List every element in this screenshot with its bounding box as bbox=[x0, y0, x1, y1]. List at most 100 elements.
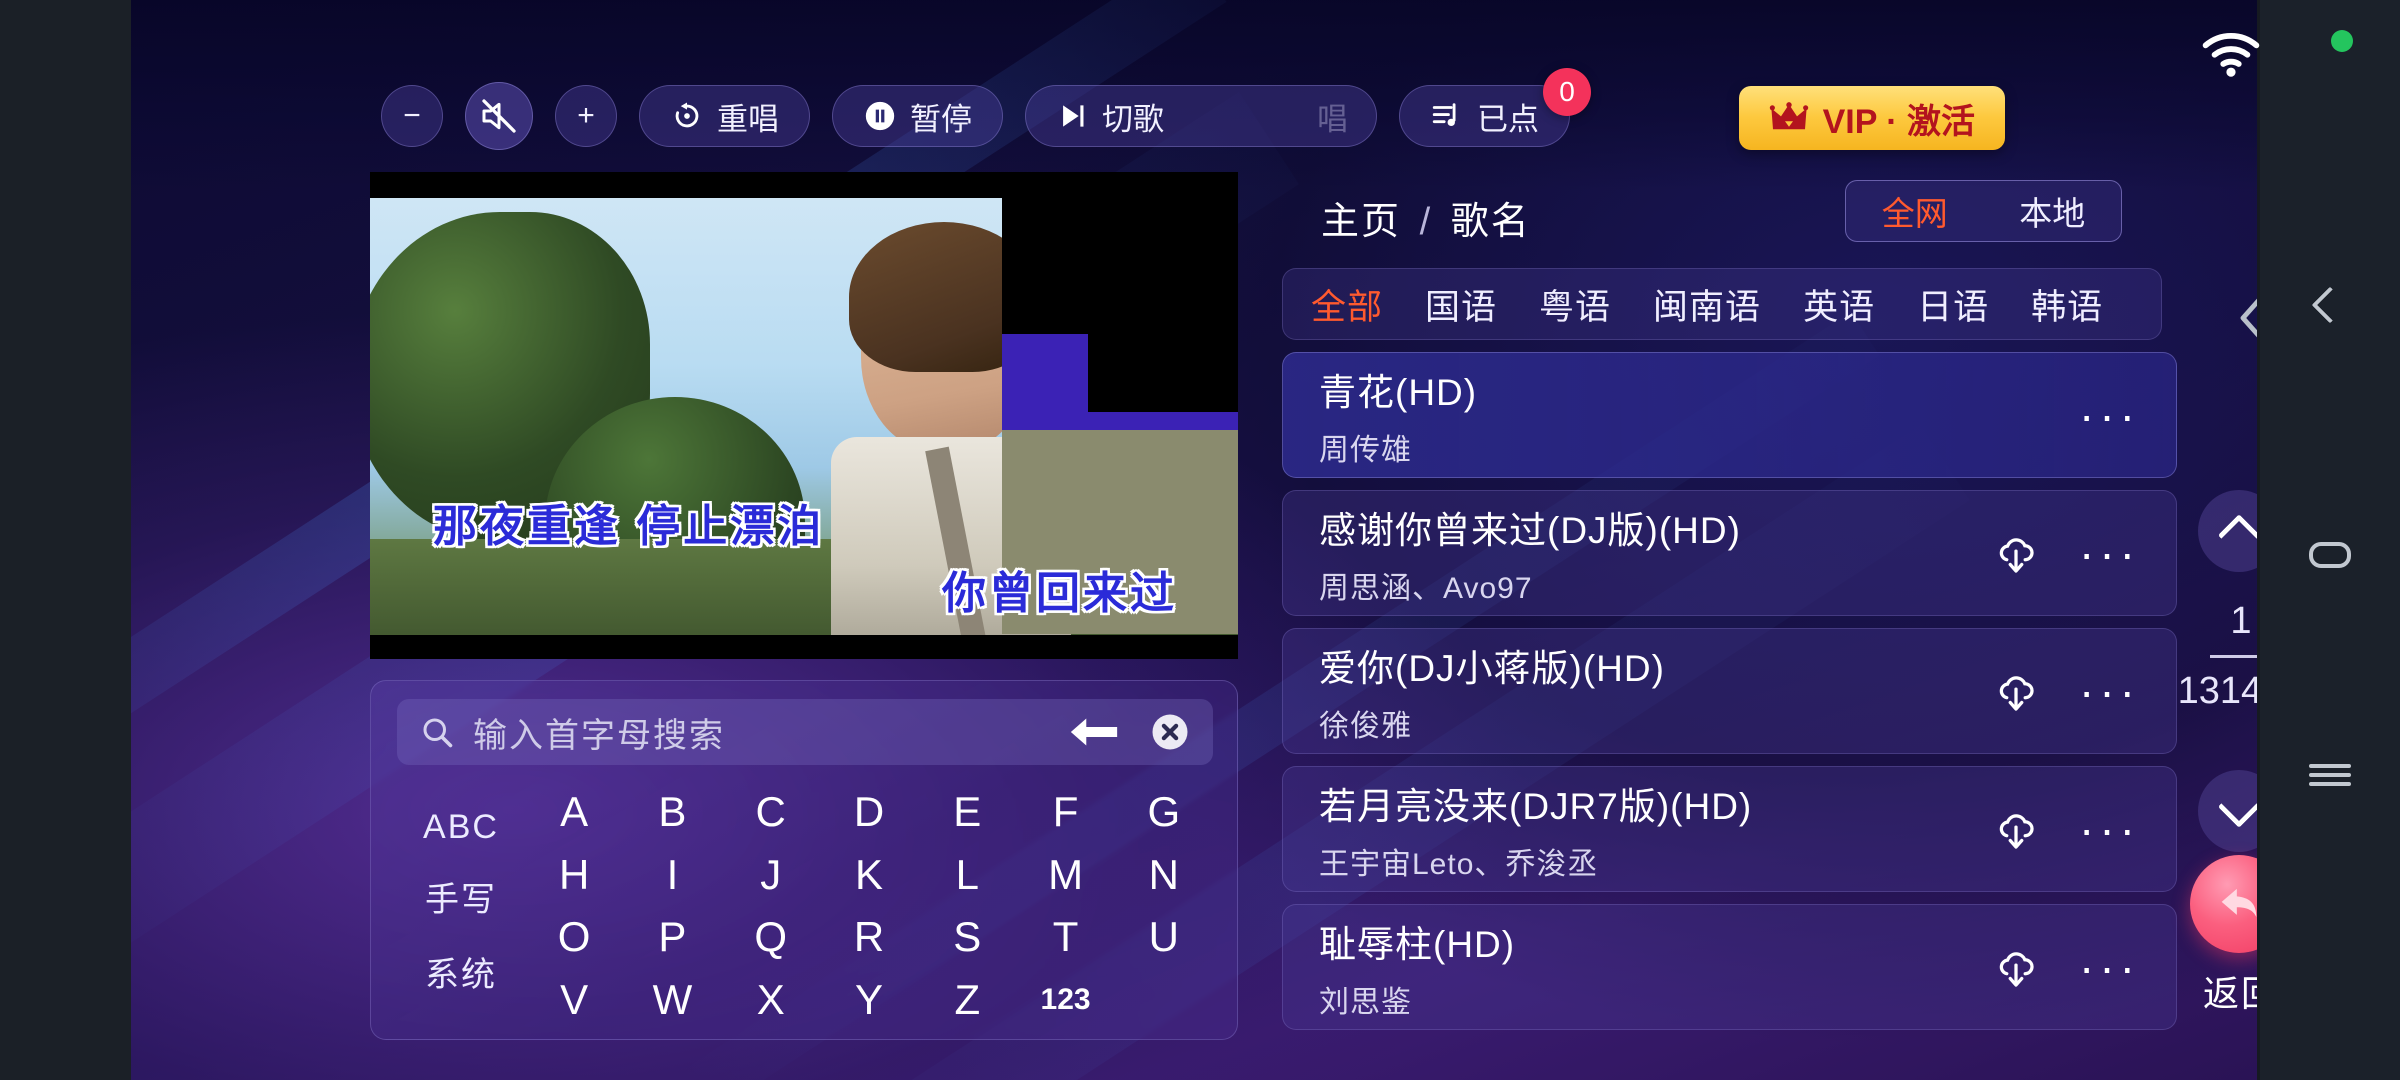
keyboard-mode-handwriting[interactable]: 手写 bbox=[425, 872, 497, 921]
source-tab-全网[interactable]: 全网 bbox=[1846, 181, 1984, 241]
song-meta: 爱你(DJ小蒋版)(HD) 徐俊雅 bbox=[1319, 638, 1665, 745]
song-meta: 感谢你曾来过(DJ版)(HD) 周思涵、Avo97 bbox=[1319, 500, 1741, 607]
song-row[interactable]: 爱你(DJ小蒋版)(HD) 徐俊雅 ··· bbox=[1282, 628, 2177, 754]
queue-button[interactable]: 已点 0 bbox=[1399, 68, 1591, 147]
left-gutter bbox=[0, 0, 131, 1080]
song-row[interactable]: 耻辱柱(HD) 刘思鉴 ··· bbox=[1282, 904, 2177, 1030]
language-tab-日语[interactable]: 日语 bbox=[1917, 279, 1989, 330]
source-tab-本地[interactable]: 本地 bbox=[1984, 181, 2122, 241]
cloud-download-icon[interactable] bbox=[1993, 806, 2039, 852]
key-o[interactable]: O bbox=[558, 913, 591, 961]
key-e[interactable]: E bbox=[953, 788, 981, 836]
nav-back-button[interactable] bbox=[2260, 270, 2400, 340]
nav-recents-button[interactable] bbox=[2260, 740, 2400, 810]
song-more-button[interactable]: ··· bbox=[2079, 806, 2140, 852]
key-n[interactable]: N bbox=[1149, 851, 1179, 899]
clear-circle-icon[interactable] bbox=[1149, 711, 1191, 753]
panel-collapse-button[interactable] bbox=[2219, 286, 2257, 350]
key-x[interactable]: X bbox=[757, 976, 785, 1024]
key-c[interactable]: C bbox=[756, 788, 786, 836]
back-button[interactable] bbox=[2190, 855, 2257, 953]
cloud-download-icon[interactable] bbox=[1993, 944, 2039, 990]
key-m[interactable]: M bbox=[1048, 851, 1083, 899]
search-input[interactable]: 输入首字母搜索 bbox=[397, 699, 1213, 765]
chevron-left-icon bbox=[2240, 298, 2257, 338]
key-p[interactable]: P bbox=[658, 913, 686, 961]
keyboard-mode-abc[interactable]: ABC bbox=[423, 808, 499, 847]
mute-toggle-button[interactable] bbox=[465, 82, 533, 150]
back-arrow-icon bbox=[2221, 888, 2257, 917]
song-row[interactable]: 若月亮没来(DJR7版)(HD) 王宇宙Leto、乔浚丞 ··· bbox=[1282, 766, 2177, 892]
song-artist: 周思涵、Avo97 bbox=[1319, 571, 1533, 605]
key-d[interactable]: D bbox=[854, 788, 884, 836]
key-s[interactable]: S bbox=[953, 913, 981, 961]
replay-icon bbox=[675, 102, 699, 128]
song-more-button[interactable]: ··· bbox=[2079, 530, 2140, 576]
key-k[interactable]: K bbox=[855, 851, 883, 899]
breadcrumb-root[interactable]: 主页 bbox=[1321, 201, 1401, 243]
pause-button[interactable]: 暂停 bbox=[832, 85, 1003, 147]
key-w[interactable]: W bbox=[653, 976, 693, 1024]
key-l[interactable]: L bbox=[956, 851, 979, 899]
key-r[interactable]: R bbox=[854, 913, 884, 961]
song-more-button[interactable]: ··· bbox=[2079, 392, 2140, 438]
keyboard-mode-system[interactable]: 系统 bbox=[425, 947, 497, 996]
song-meta: 耻辱柱(HD) 刘思鉴 bbox=[1319, 914, 1515, 1021]
page-down-button[interactable] bbox=[2198, 770, 2257, 852]
next-song-label: 切歌 bbox=[1102, 101, 1164, 137]
key-h[interactable]: H bbox=[559, 851, 589, 899]
karaoke-video-player[interactable]: 那夜重逢 停止漂泊 你曾回来过 bbox=[370, 172, 1238, 659]
language-tab-闽南语[interactable]: 闽南语 bbox=[1653, 279, 1761, 330]
cloud-download-icon[interactable] bbox=[1993, 530, 2039, 576]
language-tab-粤语[interactable]: 粤语 bbox=[1539, 279, 1611, 330]
video-letterbox bbox=[370, 635, 1238, 659]
key-123[interactable]: 123 bbox=[1041, 983, 1091, 1017]
key-t[interactable]: T bbox=[1053, 913, 1079, 961]
song-row[interactable]: 感谢你曾来过(DJ版)(HD) 周思涵、Avo97 ··· bbox=[1282, 490, 2177, 616]
page-current: 1 bbox=[2230, 600, 2252, 642]
volume-down-button[interactable]: − bbox=[381, 85, 443, 147]
key-z[interactable]: Z bbox=[954, 976, 980, 1024]
vip-activate-button[interactable]: VIP · 激活 bbox=[1738, 86, 2005, 150]
speaker-muted-icon bbox=[482, 99, 516, 133]
key-j[interactable]: J bbox=[760, 851, 781, 899]
song-artist: 刘思鉴 bbox=[1319, 985, 1412, 1019]
song-row[interactable]: 青花(HD) 周传雄 ··· bbox=[1282, 352, 2177, 478]
language-tab-国语[interactable]: 国语 bbox=[1425, 279, 1497, 330]
key-b[interactable]: B bbox=[658, 788, 686, 836]
key-v[interactable]: V bbox=[560, 976, 588, 1024]
search-icon bbox=[423, 718, 453, 748]
song-actions: ··· bbox=[2079, 392, 2140, 438]
nav-back-icon bbox=[2311, 286, 2349, 324]
lyric-line-current: 那夜重逢 停止漂泊 bbox=[433, 502, 825, 551]
volume-up-button[interactable]: + bbox=[555, 85, 617, 147]
key-i[interactable]: I bbox=[667, 851, 679, 899]
song-title: 青花(HD) bbox=[1319, 371, 1478, 413]
replay-label: 重唱 bbox=[717, 101, 779, 137]
cloud-download-icon[interactable] bbox=[1993, 668, 2039, 714]
key-q[interactable]: Q bbox=[754, 913, 787, 961]
song-artist: 王宇宙Leto、乔浚丞 bbox=[1319, 847, 1599, 881]
song-list: 青花(HD) 周传雄 ··· 感谢你曾来过(DJ版)(HD) 周思涵、Avo97 ··· 爱… bbox=[1282, 352, 2182, 1042]
nav-home-button[interactable] bbox=[2260, 520, 2400, 590]
key-a[interactable]: A bbox=[560, 788, 588, 836]
page-up-button[interactable] bbox=[2198, 490, 2257, 572]
key-u[interactable]: U bbox=[1149, 913, 1179, 961]
video-letterbox bbox=[370, 172, 1238, 198]
key-g[interactable]: G bbox=[1148, 788, 1181, 836]
pause-label: 暂停 bbox=[910, 101, 972, 137]
queue-count-badge: 0 bbox=[1543, 68, 1591, 116]
video-artifact bbox=[1088, 334, 1238, 412]
key-y[interactable]: Y bbox=[855, 976, 883, 1024]
language-tab-全部[interactable]: 全部 bbox=[1311, 279, 1383, 330]
next-song-button[interactable]: 切歌 唱 bbox=[1025, 85, 1377, 147]
backspace-arrow-icon[interactable] bbox=[1067, 712, 1121, 752]
song-more-button[interactable]: ··· bbox=[2079, 944, 2140, 990]
language-tab-韩语[interactable]: 韩语 bbox=[2031, 279, 2103, 330]
language-tab-英语[interactable]: 英语 bbox=[1803, 279, 1875, 330]
system-navigation-bar bbox=[2260, 0, 2400, 1080]
song-more-button[interactable]: ··· bbox=[2079, 668, 2140, 714]
replay-button[interactable]: 重唱 bbox=[639, 85, 810, 147]
source-toggle: 全网 本地 bbox=[1845, 180, 2122, 242]
key-f[interactable]: F bbox=[1053, 788, 1079, 836]
